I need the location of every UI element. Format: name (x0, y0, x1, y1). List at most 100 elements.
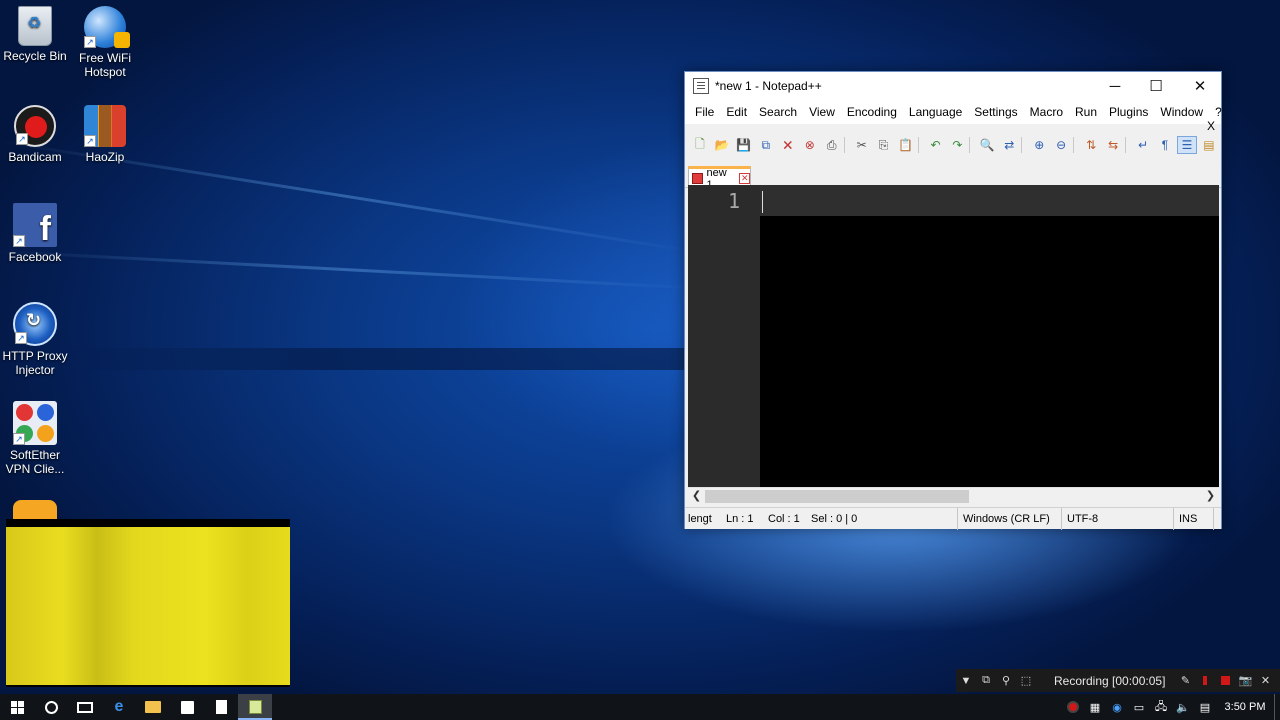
tray-app-icon[interactable]: ▦ (1084, 694, 1106, 720)
tray-battery-icon[interactable]: ▭ (1128, 694, 1150, 720)
minimize-button[interactable]: ─ (1093, 72, 1137, 100)
replace-icon[interactable]: ⇄ (999, 136, 1019, 154)
tray-volume-icon[interactable]: 🔈 (1172, 694, 1194, 720)
close-all-icon[interactable]: ⊗ (800, 136, 820, 154)
haozip-icon: ↗ (84, 105, 126, 147)
toolbar-separator (1073, 137, 1079, 153)
desktop-icon-bandicam[interactable]: ↗ Bandicam (0, 105, 70, 164)
tab-close-icon[interactable]: ✕ (739, 173, 750, 184)
menu-encoding[interactable]: Encoding (841, 100, 903, 124)
menu-language[interactable]: Language (903, 100, 968, 124)
menu-edit[interactable]: Edit (720, 100, 753, 124)
desktop-icon-facebook[interactable]: f ↗ Facebook (0, 203, 70, 264)
indent-guide-icon[interactable]: ☰ (1176, 136, 1197, 154)
bandicam-tray-icon[interactable] (1062, 694, 1084, 720)
shortcut-arrow-icon: ↗ (84, 36, 96, 48)
region-select-icon[interactable]: ⬚ (1016, 671, 1036, 691)
task-view-button[interactable] (68, 694, 102, 720)
taskbar-file-explorer[interactable] (136, 694, 170, 720)
document-map-icon[interactable]: ▤ (1199, 136, 1219, 154)
desktop-icon-softether-vpn[interactable]: ↗ SoftEther VPN Clie... (0, 401, 70, 476)
scrollbar-thumb[interactable] (705, 490, 969, 503)
find-icon[interactable]: 🔍 (977, 136, 997, 154)
camera-icon[interactable]: 📷 (1235, 671, 1255, 691)
new-file-icon[interactable]: 🗋 (690, 136, 710, 154)
collapse-arrow-icon[interactable]: ▼ (956, 671, 976, 691)
copy-icon[interactable]: ⎘ (874, 136, 894, 154)
print-icon[interactable]: ⎙ (822, 136, 842, 154)
tray-notification-icon[interactable]: ▤ (1194, 694, 1216, 720)
start-button[interactable] (0, 694, 34, 720)
taskbar-notepad-plus-plus[interactable] (238, 694, 272, 720)
system-tray: ▦ ◉ ▭ 🖧 🔈 ▤ 3:50 PM (1062, 694, 1280, 720)
zoom-out-icon[interactable]: ⊖ (1051, 136, 1071, 154)
proxy-injector-icon: ↻ ↗ (13, 302, 57, 346)
editor-area[interactable]: 1 (688, 185, 1219, 487)
stop-icon[interactable] (1215, 671, 1235, 691)
undo-icon[interactable]: ↶ (926, 136, 946, 154)
toolbar-separator (843, 137, 850, 153)
desktop: ♻ Recycle Bin ↗ Free WiFi Hotspot ↗ Band… (0, 0, 1280, 694)
title-bar[interactable]: *new 1 - Notepad++ ─ ☐ ✕ (685, 72, 1221, 100)
paste-icon[interactable]: 📋 (896, 136, 916, 154)
sync-vertical-icon[interactable]: ⇅ (1081, 136, 1101, 154)
menu-run[interactable]: Run (1069, 100, 1103, 124)
task-view-icon (77, 701, 93, 713)
status-eol: Windows (CR LF) (958, 507, 1062, 530)
menu-window[interactable]: Window (1154, 100, 1209, 124)
search-icon[interactable]: ⚲ (996, 671, 1016, 691)
partial-desktop-icon[interactable] (13, 500, 57, 520)
close-recorder-icon[interactable]: ✕ (1255, 671, 1275, 691)
cortana-button[interactable] (34, 694, 68, 720)
desktop-icon-recycle-bin[interactable]: ♻ Recycle Bin (0, 6, 70, 63)
save-icon[interactable]: 💾 (734, 136, 754, 154)
toolbar-separator (969, 137, 975, 153)
close-button[interactable]: ✕ (1178, 72, 1222, 100)
video-preview-frame (6, 527, 290, 685)
close-document-x[interactable]: X (1207, 119, 1215, 133)
open-file-icon[interactable]: 📂 (712, 136, 732, 154)
taskbar-store[interactable] (170, 694, 204, 720)
recording-toolbar: ▼ ⧉ ⚲ ⬚ Recording [00:00:05] ✎ 📷 ✕ (956, 669, 1280, 692)
window-mode-icon[interactable]: ⧉ (976, 671, 996, 691)
maximize-button[interactable]: ☐ (1134, 72, 1178, 100)
cut-icon[interactable]: ✂ (852, 136, 872, 154)
menu-file[interactable]: File (689, 100, 720, 124)
horizontal-scrollbar[interactable]: ❮ ❯ (688, 487, 1219, 504)
recycle-bin-icon: ♻ (18, 6, 52, 46)
taskbar-clock[interactable]: 3:50 PM (1216, 701, 1274, 713)
show-desktop-button[interactable] (1274, 694, 1280, 720)
unsaved-disk-icon (692, 173, 703, 184)
scroll-left-icon[interactable]: ❮ (688, 488, 705, 505)
menu-view[interactable]: View (803, 100, 841, 124)
desktop-icon-free-wifi-hotspot[interactable]: ↗ Free WiFi Hotspot (70, 6, 140, 79)
zoom-in-icon[interactable]: ⊕ (1029, 136, 1049, 154)
status-encoding: UTF-8 (1062, 507, 1174, 530)
word-wrap-icon[interactable]: ↵ (1133, 136, 1153, 154)
desktop-icon-haozip[interactable]: ↗ HaoZip (70, 105, 140, 164)
status-bar: lengt Ln : 1 Col : 1 Sel : 0 | 0 Windows… (685, 507, 1221, 530)
close-file-icon[interactable]: 🗙 (778, 136, 798, 154)
toolbar-separator (1125, 137, 1131, 153)
show-all-characters-icon[interactable]: ¶ (1155, 136, 1175, 154)
recording-timer: Recording [00:00:05] (1054, 673, 1166, 688)
menu-plugins[interactable]: Plugins (1103, 100, 1154, 124)
taskbar-edge[interactable]: e (102, 694, 136, 720)
pause-icon[interactable] (1195, 671, 1215, 691)
desktop-icon-http-proxy-injector[interactable]: ↻ ↗ HTTP Proxy Injector (0, 302, 70, 377)
desktop-icon-label: HTTP Proxy Injector (2, 349, 68, 377)
save-all-icon[interactable]: ⧉ (756, 136, 776, 154)
shortcut-arrow-icon: ↗ (15, 332, 27, 344)
menu-search[interactable]: Search (753, 100, 803, 124)
taskbar-notepad[interactable] (204, 694, 238, 720)
menu-macro[interactable]: Macro (1024, 100, 1069, 124)
notepad-plus-plus-icon (248, 700, 262, 714)
wallpaper-beam (0, 250, 700, 290)
menu-settings[interactable]: Settings (968, 100, 1023, 124)
tray-network-icon[interactable]: 🖧 (1150, 694, 1172, 720)
tray-vpn-icon[interactable]: ◉ (1106, 694, 1128, 720)
redo-icon[interactable]: ↷ (947, 136, 967, 154)
sync-horizontal-icon[interactable]: ⇆ (1103, 136, 1123, 154)
pencil-icon[interactable]: ✎ (1175, 671, 1195, 691)
scroll-right-icon[interactable]: ❯ (1202, 488, 1219, 505)
